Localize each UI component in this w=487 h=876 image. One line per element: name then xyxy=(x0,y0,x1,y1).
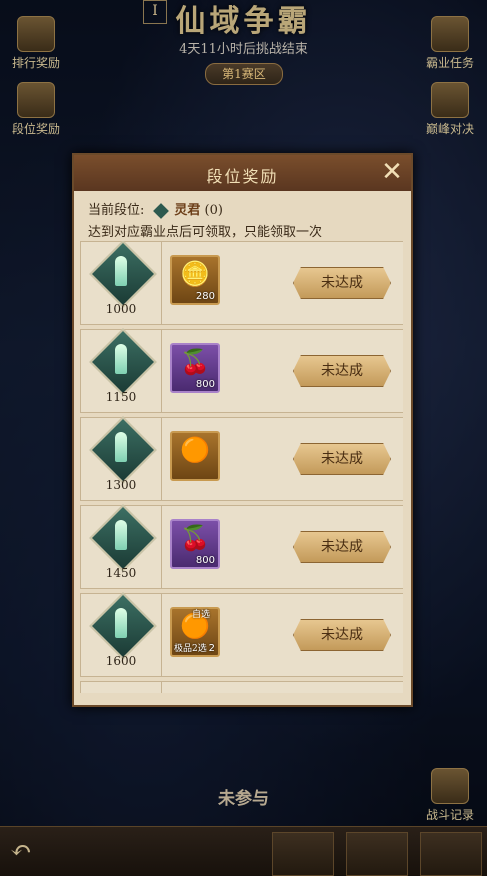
tier-points: 1000 xyxy=(105,302,137,316)
page-title: 仙域争霸 xyxy=(175,4,312,39)
tier-cell: 1150 xyxy=(81,328,162,412)
final-battle-label: 巅峰对决 xyxy=(425,122,474,136)
tier-points: 1150 xyxy=(105,390,137,404)
ranking-reward-icon xyxy=(17,16,55,52)
reward-row: 1150 🍒 800 未达成 xyxy=(80,328,403,413)
tier-reward-button[interactable]: 段位奖励 xyxy=(4,82,68,137)
reward-item[interactable]: 🍒 800 xyxy=(170,343,220,393)
reward-item[interactable]: 🍒 800 xyxy=(170,519,220,569)
battle-record-label: 战斗记录 xyxy=(425,808,474,822)
rank-gem-icon xyxy=(153,202,170,219)
item-tag-bottom: 极品2选 xyxy=(174,644,207,654)
reward-item[interactable]: 🟠 xyxy=(170,431,220,481)
dialog-title: 段位奖励 xyxy=(206,167,279,186)
ranking-reward-button[interactable]: 排行奖励 xyxy=(4,16,68,71)
tier-reward-dialog: 段位奖励 ✕ 当前段位: 灵君 (0) 达到对应霸业点后可领取，只能领取一次 10… xyxy=(72,153,413,707)
ranking-reward-label: 排行奖励 xyxy=(11,56,60,70)
not-achieved-button[interactable]: 未达成 xyxy=(293,443,391,475)
tier-points: 1450 xyxy=(105,566,137,580)
reward-row: 1000 🪙 280 未达成 xyxy=(80,241,403,325)
current-rank-name: 灵君 xyxy=(174,203,201,218)
tier-cell: 1600 xyxy=(81,592,162,676)
bottom-nav-bar xyxy=(0,826,487,876)
tier-reward-label: 段位奖励 xyxy=(11,122,60,136)
not-achieved-button[interactable]: 未达成 xyxy=(293,267,391,299)
tier-points: 1600 xyxy=(105,654,137,668)
tier-cell xyxy=(81,682,162,693)
tier-cell: 1450 xyxy=(81,504,162,588)
tier-cell: 1300 xyxy=(81,416,162,500)
not-achieved-button[interactable]: 未达成 xyxy=(293,531,391,563)
back-arrow-icon[interactable]: ↶ xyxy=(10,836,46,866)
treasure-chest-icon xyxy=(17,82,55,118)
reward-item[interactable]: 🪙 280 xyxy=(170,255,220,305)
item-tag-top: 自选 xyxy=(192,610,211,620)
close-icon[interactable]: ✕ xyxy=(379,159,405,185)
tier-points: 1300 xyxy=(105,478,137,492)
not-achieved-button[interactable]: 未达成 xyxy=(293,619,391,651)
reward-row: 1300 🟠 未达成 xyxy=(80,416,403,501)
reward-list[interactable]: 1000 🪙 280 未达成 1150 🍒 800 未达成 1300 🟠 未达成… xyxy=(80,241,403,693)
countdown-text: 4天11小时后挑战结束 xyxy=(179,42,308,57)
reward-rule-text: 达到对应霸业点后可领取，只能领取一次 xyxy=(88,225,323,240)
nav-tab-scroll[interactable] xyxy=(346,832,408,876)
fruit-icon: 🍒 xyxy=(180,348,210,376)
tier-crystal-icon xyxy=(115,344,127,374)
reward-item[interactable]: 🟠 自选 极品2选 2 xyxy=(170,607,220,657)
tier-crystal-icon xyxy=(115,520,127,550)
season-badge[interactable]: 第1赛区 xyxy=(205,63,283,85)
item-count: 800 xyxy=(195,555,215,566)
tier-crystal-icon xyxy=(115,608,127,638)
tier-cell: 1000 xyxy=(81,241,162,324)
reward-row: 1450 🍒 800 未达成 xyxy=(80,504,403,589)
not-achieved-button[interactable]: 未达成 xyxy=(293,355,391,387)
fruit-icon: 🍒 xyxy=(180,524,210,552)
current-rank: 当前段位: 灵君 (0) xyxy=(88,199,223,219)
hegemony-task-button[interactable]: 霸业任务 xyxy=(418,16,482,71)
reward-row: 1600 🟠 自选 极品2选 2 未达成 xyxy=(80,592,403,677)
item-count: 2 xyxy=(208,643,215,654)
final-battle-button[interactable]: 巅峰对决 xyxy=(418,82,482,137)
nav-tab-arena[interactable] xyxy=(272,832,334,876)
tier-crystal-icon xyxy=(115,256,127,286)
item-count: 280 xyxy=(195,291,215,302)
participation-status: 未参与 xyxy=(218,789,269,809)
pill-orb-icon: 🟠 xyxy=(180,436,210,464)
current-rank-label: 当前段位: xyxy=(88,203,145,218)
scroll-icon xyxy=(431,16,469,52)
tier-crystal-icon xyxy=(115,432,127,462)
item-count: 800 xyxy=(195,379,215,390)
nav-tab-hall[interactable] xyxy=(420,832,482,876)
current-rank-points: (0) xyxy=(204,203,223,218)
gold-ingot-icon: 🪙 xyxy=(180,260,210,288)
reward-row-partial xyxy=(80,681,403,693)
final-battle-icon xyxy=(431,82,469,118)
hegemony-task-label: 霸业任务 xyxy=(425,56,474,70)
